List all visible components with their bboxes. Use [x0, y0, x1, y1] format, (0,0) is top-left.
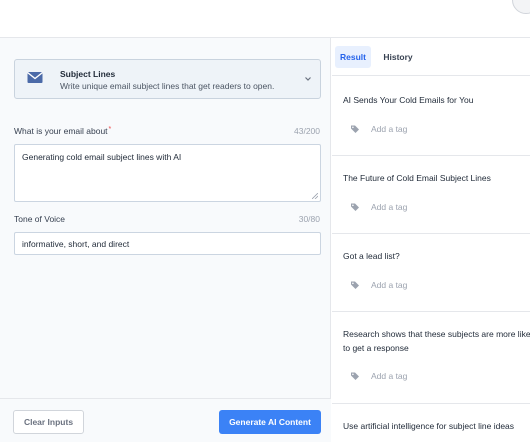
tone-label: Tone of Voice: [14, 214, 66, 224]
result-text: The Future of Cold Email Subject Lines: [343, 173, 491, 183]
add-tag-placeholder: Add a tag: [371, 202, 408, 212]
tab-result[interactable]: Result: [335, 46, 371, 68]
template-description: Write unique email subject lines that ge…: [60, 81, 275, 91]
add-tag-button[interactable]: Add a tag: [351, 202, 407, 212]
tag-icon: [351, 125, 359, 133]
input-panel: Subject Lines Write unique email subject…: [0, 38, 331, 442]
result-item[interactable]: Research shows that these subjects are m…: [332, 312, 530, 404]
add-tag-placeholder: Add a tag: [371, 371, 408, 381]
results-panel: Result History AI Sends Your Cold Emails…: [332, 38, 530, 442]
result-text: Research shows that these subjects are m…: [343, 329, 530, 353]
tone-input[interactable]: informative, short, and direct: [14, 232, 321, 255]
envelope-icon: [27, 71, 43, 83]
tone-char-count: 30/80: [298, 214, 320, 224]
top-bar: [0, 0, 530, 38]
template-selector[interactable]: Subject Lines Write unique email subject…: [14, 59, 321, 99]
result-item[interactable]: The Future of Cold Email Subject Lines A…: [332, 156, 530, 234]
results-tabs: Result History: [332, 38, 530, 76]
avatar[interactable]: [512, 0, 530, 14]
add-tag-button[interactable]: Add a tag: [351, 280, 407, 290]
result-item[interactable]: Use artificial intelligence for subject …: [332, 404, 530, 442]
generate-button[interactable]: Generate AI Content: [219, 410, 321, 434]
tone-value: informative, short, and direct: [22, 239, 130, 249]
result-text: AI Sends Your Cold Emails for You: [343, 95, 474, 105]
required-mark: *: [108, 126, 112, 133]
email-about-textarea[interactable]: Generating cold email subject lines with…: [14, 144, 321, 202]
template-title: Subject Lines: [60, 69, 116, 79]
add-tag-placeholder: Add a tag: [371, 124, 408, 134]
form-footer: Clear Inputs Generate AI Content: [0, 398, 331, 442]
result-item[interactable]: AI Sends Your Cold Emails for You Add a …: [332, 78, 530, 156]
clear-inputs-button[interactable]: Clear Inputs: [13, 410, 84, 434]
result-text: Got a lead list?: [343, 251, 400, 261]
add-tag-button[interactable]: Add a tag: [351, 124, 407, 134]
add-tag-button[interactable]: Add a tag: [351, 371, 407, 381]
result-item[interactable]: Got a lead list? Add a tag: [332, 234, 530, 312]
tab-history[interactable]: History: [380, 46, 416, 68]
about-label: What is your email about*: [14, 126, 112, 136]
resize-handle-icon[interactable]: [312, 193, 318, 199]
chevron-down-icon[interactable]: [303, 74, 313, 84]
about-char-count: 43/200: [294, 126, 320, 136]
tag-icon: [351, 203, 359, 211]
email-about-value: Generating cold email subject lines with…: [22, 152, 182, 162]
tag-icon: [351, 372, 359, 380]
add-tag-placeholder: Add a tag: [371, 280, 408, 290]
tag-icon: [351, 281, 359, 289]
result-text: Use artificial intelligence for subject …: [343, 421, 515, 431]
